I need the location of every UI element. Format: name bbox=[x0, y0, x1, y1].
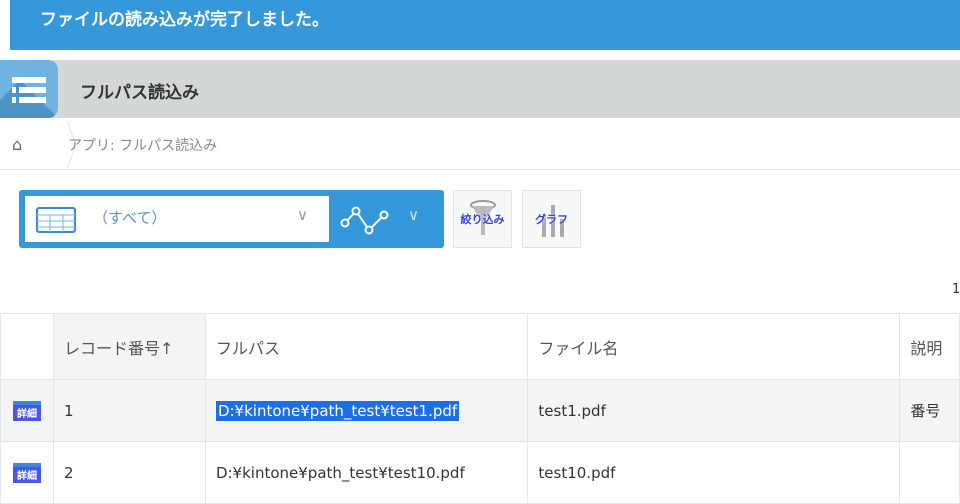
record-number-cell: 1 bbox=[53, 379, 206, 442]
description-cell bbox=[899, 441, 960, 504]
selected-text[interactable]: D:¥kintone¥path_test¥test1.pdf bbox=[215, 400, 460, 421]
record-table: レコード番号↑ フルパス ファイル名 説明 詳細 1 D:¥kintone¥pa… bbox=[0, 313, 960, 504]
table-row: 詳細 2 D:¥kintone¥path_test¥test10.pdf tes… bbox=[0, 441, 960, 504]
graph-dropdown-chevron-icon[interactable]: ∨ bbox=[408, 206, 419, 224]
detail-icon[interactable]: 詳細 bbox=[13, 462, 41, 483]
column-header-record-number[interactable]: レコード番号↑ bbox=[53, 313, 206, 380]
column-header-filename[interactable]: ファイル名 bbox=[527, 313, 901, 380]
fullpath-cell: D:¥kintone¥path_test¥test10.pdf bbox=[204, 441, 529, 504]
chevron-down-icon: ∨ bbox=[297, 206, 308, 224]
column-header-fullpath[interactable]: フルパス bbox=[204, 313, 529, 380]
record-number-cell: 2 bbox=[53, 441, 206, 504]
description-cell: 番号 bbox=[899, 379, 960, 442]
graph-button[interactable]: グラフ bbox=[522, 190, 581, 248]
app-title: フルパス読込み bbox=[80, 83, 199, 103]
notification-message: ファイルの読み込みが完了しました。 bbox=[40, 10, 329, 30]
pagination: 1 bbox=[952, 282, 960, 297]
detail-icon[interactable]: 詳細 bbox=[13, 400, 41, 421]
list-icon bbox=[0, 60, 58, 118]
view-label: （すべて） bbox=[93, 209, 167, 227]
filename-cell: test1.pdf bbox=[527, 379, 901, 442]
table-row: 詳細 1 D:¥kintone¥path_test¥test1.pdf test… bbox=[0, 379, 960, 442]
table-icon bbox=[36, 207, 76, 233]
line-graph-icon[interactable] bbox=[340, 205, 392, 237]
filter-button[interactable]: 絞り込み bbox=[453, 190, 512, 248]
table-header: レコード番号↑ フルパス ファイル名 説明 bbox=[0, 313, 960, 380]
left-edge bbox=[0, 0, 10, 50]
notification-banner: ファイルの読み込みが完了しました。 bbox=[10, 0, 960, 50]
breadcrumb-app-link[interactable]: アプリ: フルパス読込み bbox=[68, 135, 217, 155]
filename-cell: test10.pdf bbox=[527, 441, 901, 504]
view-select[interactable]: （すべて） ∨ bbox=[25, 196, 329, 242]
column-header-description[interactable]: 説明 bbox=[899, 313, 960, 380]
home-icon[interactable]: ⌂ bbox=[12, 135, 22, 154]
column-header-actions bbox=[0, 313, 54, 380]
fullpath-cell: D:¥kintone¥path_test¥test1.pdf bbox=[204, 379, 529, 442]
